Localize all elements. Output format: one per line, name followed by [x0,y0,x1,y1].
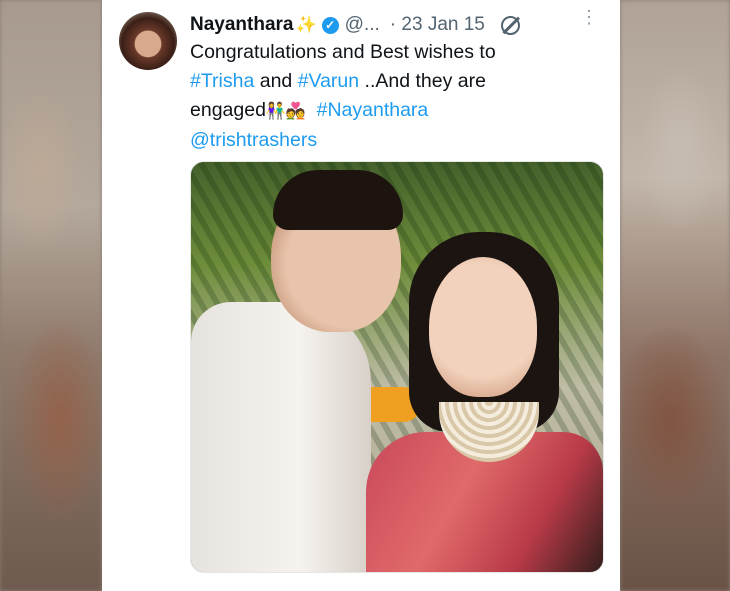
author-handle[interactable]: @... [345,14,380,36]
blurred-background-left [0,0,102,591]
text-line-3: engaged👫💑 #Nayanthara [190,96,610,126]
hashtag-nayanthara[interactable]: #Nayanthara [317,99,429,121]
couple-emojis: 👫💑 [265,103,306,120]
author-name[interactable]: Nayanthara [190,14,294,36]
text-line-2: #Trisha and #Varun ..And they are [190,67,610,96]
edited-icon [500,15,520,35]
tweet-photo[interactable] [190,161,604,573]
separator-dot: · [389,14,397,35]
blurred-background-right [620,0,730,591]
text-line-4: @trishtrashers [190,126,610,155]
hashtag-varun[interactable]: #Varun [298,70,359,92]
mention-link[interactable]: @trishtrashers [190,129,317,151]
hashtag-trisha[interactable]: #Trisha [190,70,254,92]
tweet-header: Nayanthara ✨ ✓ @... · 23 Jan 15 [190,12,610,38]
text-line-2-rest: ..And they are [359,70,486,92]
photo-man-hair [273,170,403,230]
engaged-word: engaged [190,99,266,121]
tweet-text: Congratulations and Best wishes to #Tris… [190,38,610,155]
verified-badge-icon: ✓ [321,16,339,34]
avatar[interactable] [119,12,177,70]
photo-man-shirt [191,302,371,572]
tweet-date[interactable]: · 23 Jan 15 [390,14,485,36]
more-options-icon[interactable]: ⋮ [580,8,598,26]
and-word: and [254,70,298,92]
tweet-action-bar [190,585,610,591]
tweet-card[interactable]: Nayanthara ✨ ✓ @... · 23 Jan 15 ⋮ Congra… [102,0,620,591]
text-line-1: Congratulations and Best wishes to [190,41,496,63]
sparkle-emoji: ✨ [295,15,317,34]
date-text: 23 Jan 15 [401,14,485,35]
photo-woman-face [429,257,537,397]
